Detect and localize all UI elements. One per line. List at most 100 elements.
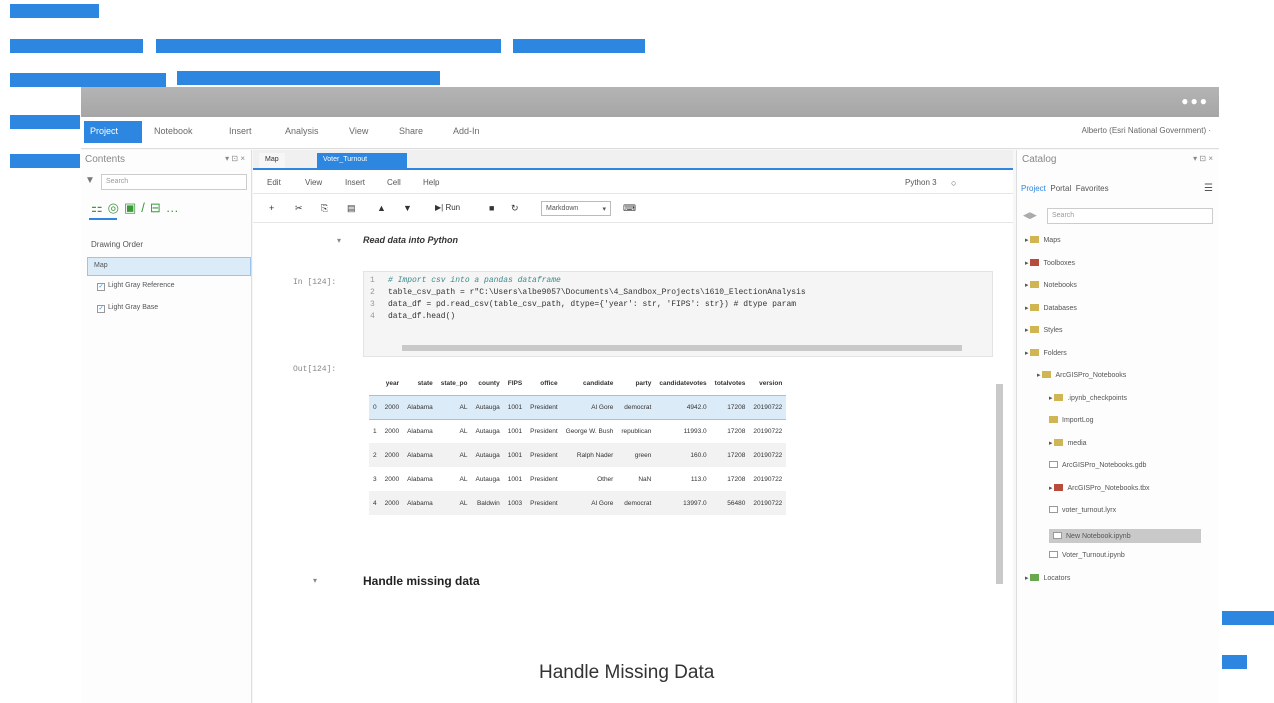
table-cell: 2000	[380, 491, 404, 515]
table-row[interactable]: 0 2000 Alabama AL Autauga 1001 President Al Gor…	[369, 394, 787, 420]
table-cell: AL	[459, 427, 468, 435]
heading-handle-missing: Handle missing data	[363, 574, 480, 588]
table-cell: Al Gore	[561, 491, 618, 515]
ribbon-tab-notebook[interactable]: Notebook	[154, 126, 193, 136]
folder-icon	[1054, 393, 1064, 401]
cut-icon[interactable]: ✂	[295, 203, 303, 214]
pane-controls[interactable]: ▾ ⊡ ×	[225, 154, 245, 163]
cell-type-select[interactable]: Markdown ▾	[541, 201, 611, 216]
table-cell: President	[530, 427, 558, 435]
catalog-item[interactable]: ▸ Styles	[1025, 326, 1063, 334]
filter-icon[interactable]: ▼	[85, 175, 95, 186]
run-label: Run	[445, 203, 461, 212]
menu-insert[interactable]: Insert	[345, 178, 365, 187]
contents-search-input[interactable]: Search	[101, 174, 247, 190]
dataframe-table: year state state_po county FIPS office candida…	[369, 373, 787, 515]
ribbon-tab-share[interactable]: Share	[399, 126, 423, 136]
table-cell: 17208	[710, 394, 750, 420]
catalog-tabs: Project Portal Favorites	[1021, 184, 1109, 193]
tab-map[interactable]: Map	[259, 153, 285, 168]
catalog-item[interactable]: voter_turnout.lyrx	[1049, 506, 1116, 514]
catalog-item[interactable]: ▸ ArcGISPro_Notebooks	[1037, 371, 1126, 379]
tab-portal[interactable]: Portal	[1050, 184, 1071, 193]
ribbon-tab-add-in[interactable]: Add-In	[453, 126, 480, 136]
output-vertical-scrollbar[interactable]	[996, 384, 1003, 584]
ribbon-tab-view[interactable]: View	[349, 126, 368, 136]
catalog-item[interactable]: ▸ .ipynb_checkpoints	[1049, 393, 1127, 402]
checkbox-icon[interactable]: ✓	[97, 283, 105, 291]
table-cell: 0	[369, 394, 381, 420]
ribbon-tab-analysis[interactable]: Analysis	[285, 126, 319, 136]
ribbon-tab-insert[interactable]: Insert	[229, 126, 252, 136]
drawing-order-label: Drawing Order	[91, 240, 144, 249]
move-down-icon[interactable]: ▼	[403, 203, 412, 213]
table-row[interactable]: 3 2000 Alabama AL Autauga 1001 President Other N…	[369, 467, 786, 491]
menu-cell[interactable]: Cell	[387, 178, 401, 187]
catalog-item[interactable]: New Notebook.ipynb	[1049, 528, 1201, 543]
run-button[interactable]: ▶| Run	[435, 203, 460, 212]
catalog-search-input[interactable]: Search	[1047, 208, 1213, 224]
catalog-item-label: New Notebook.ipynb	[1066, 532, 1131, 540]
tab-project[interactable]: Project	[1021, 184, 1046, 193]
catalog-item[interactable]: ▸ media	[1049, 438, 1087, 447]
collapse-icon[interactable]: ▾	[313, 576, 317, 585]
menu-edit[interactable]: Edit	[267, 178, 281, 187]
run-icon: ▶|	[435, 203, 446, 212]
table-cell: 4	[369, 491, 381, 515]
ribbon: Project Notebook Insert Analysis View Sh…	[81, 117, 1219, 149]
menu-icon[interactable]: ☰	[1204, 183, 1213, 194]
table-cell: 1001	[507, 427, 523, 435]
catalog-item[interactable]: ImportLog	[1049, 416, 1094, 424]
catalog-item[interactable]: ▸ ArcGISPro_Notebooks.tbx	[1049, 483, 1150, 492]
restart-icon[interactable]: ↻	[511, 203, 519, 214]
code-text: data_df.head()	[388, 312, 456, 321]
table-row[interactable]: 2 2000 Alabama AL Autauga 1001 President Ralph …	[369, 443, 787, 467]
window-controls[interactable]: ●●●	[1181, 94, 1209, 108]
nav-arrows-icon[interactable]: ◀▶	[1023, 210, 1037, 221]
table-header-row: year state state_po county FIPS office candida…	[369, 373, 787, 396]
keyboard-icon[interactable]: ⌨	[623, 203, 636, 214]
menu-help[interactable]: Help	[423, 178, 439, 187]
catalog-item-label: Styles	[1043, 327, 1063, 334]
catalog-item[interactable]: ▸ Maps	[1025, 236, 1061, 244]
layer-light-gray-base[interactable]: ✓ Light Gray Base	[97, 304, 158, 313]
catalog-item[interactable]: ▸ Locators	[1025, 573, 1070, 582]
catalog-item[interactable]: ▸ Folders	[1025, 348, 1067, 357]
interrupt-icon[interactable]: ■	[489, 203, 494, 213]
user-account[interactable]: Alberto (Esri National Government) ·	[1082, 126, 1211, 135]
line-number: 4	[370, 312, 375, 321]
table-body: 0 2000 Alabama AL Autauga 1001 President Al Gor…	[369, 394, 787, 515]
menu-view[interactable]: View	[305, 178, 322, 187]
catalog-item[interactable]: Voter_Turnout.ipynb	[1049, 551, 1125, 559]
table-row[interactable]: 1 2000 Alabama AL Autauga 1001 President George…	[369, 419, 786, 443]
column-header: FIPS	[503, 373, 527, 396]
layer-light-gray-reference[interactable]: ✓ Light Gray Reference	[97, 282, 175, 291]
contents-view-icons[interactable]: ⚏◎▣/⊟…	[91, 200, 184, 216]
move-up-icon[interactable]: ▲	[377, 203, 386, 213]
pane-controls[interactable]: ▾ ⊡ ×	[1193, 154, 1213, 163]
table-row[interactable]: 4 2000 Alabama AL Baldwin 1003 President Al Gor…	[369, 491, 787, 515]
catalog-item[interactable]: ▸ Toolboxes	[1025, 258, 1075, 267]
code-cell[interactable]: 1 # Import csv into a pandas dataframe 2 t…	[363, 271, 993, 357]
tab-favorites[interactable]: Favorites	[1076, 184, 1109, 193]
checkbox-icon[interactable]: ✓	[97, 305, 105, 313]
add-cell-icon[interactable]: +	[269, 203, 274, 213]
table-cell: 11993.0	[683, 427, 707, 435]
collapse-icon[interactable]: ▾	[337, 236, 341, 245]
table-cell: democrat	[617, 394, 656, 420]
catalog-item[interactable]: ▸ Notebooks	[1025, 281, 1077, 289]
map-layer-row[interactable]: Map	[87, 257, 251, 276]
folder-icon	[1054, 483, 1064, 491]
folder-icon	[1049, 506, 1058, 513]
decorative-bar	[10, 73, 166, 87]
catalog-item[interactable]: ▸ Databases	[1025, 303, 1077, 312]
decorative-bar	[10, 4, 99, 18]
cell-type-value: Markdown	[546, 205, 579, 212]
copy-icon[interactable]: ⎘	[321, 203, 328, 214]
catalog-item[interactable]: ArcGISPro_Notebooks.gdb	[1049, 461, 1146, 469]
column-header: office	[526, 373, 562, 396]
ribbon-tab-project[interactable]: Project	[84, 121, 142, 143]
code-horizontal-scrollbar[interactable]	[402, 345, 962, 351]
tab-voter-turnout[interactable]: Voter_Turnout	[317, 153, 407, 168]
paste-icon[interactable]: ▤	[347, 203, 356, 214]
